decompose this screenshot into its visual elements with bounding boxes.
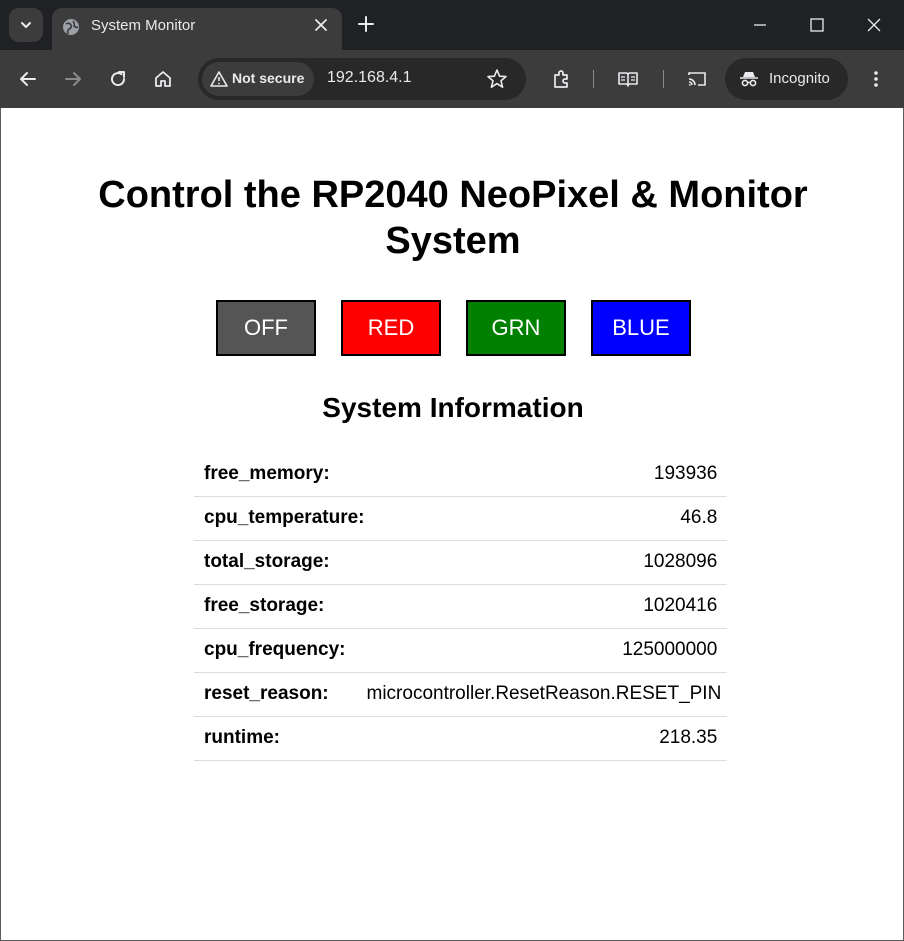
info-value: 46.8: [364, 496, 728, 541]
maximize-icon[interactable]: [809, 17, 825, 33]
info-key: total_storage:: [194, 540, 365, 585]
address-bar[interactable]: Not secure 192.168.4.1: [198, 58, 526, 100]
url-text[interactable]: 192.168.4.1: [327, 69, 412, 87]
browser-tab[interactable]: System Monitor: [52, 8, 342, 50]
page-content: Control the RP2040 NeoPixel & Monitor Sy…: [0, 108, 904, 941]
info-key: free_memory:: [194, 452, 365, 497]
table-row: free_storage: 1020416: [194, 584, 728, 629]
info-value: 218.35: [364, 716, 728, 761]
incognito-icon: [740, 72, 758, 87]
incognito-profile-button[interactable]: Incognito: [725, 58, 848, 100]
table-row: free_memory: 193936: [194, 452, 728, 497]
info-key: cpu_temperature:: [194, 496, 365, 541]
security-label: Not secure: [232, 70, 305, 86]
browser-titlebar: System Monitor: [0, 0, 904, 50]
info-value: 125000000: [364, 628, 728, 673]
warning-icon: [210, 71, 228, 87]
forward-icon[interactable]: [63, 69, 83, 89]
minimize-icon[interactable]: [752, 17, 768, 33]
profile-label: Incognito: [769, 70, 830, 87]
table-row: cpu_frequency: 125000000: [194, 628, 728, 673]
chevron-down-icon: [21, 22, 31, 28]
cast-icon[interactable]: [687, 69, 707, 89]
globe-icon: [63, 19, 79, 35]
page-title: Control the RP2040 NeoPixel & Monitor Sy…: [98, 174, 808, 262]
info-value: microcontroller.ResetReason.RESET_PIN: [364, 672, 728, 717]
toolbar-divider: [593, 70, 594, 88]
star-icon[interactable]: [486, 68, 508, 90]
table-row: total_storage: 1028096: [194, 540, 728, 585]
tab-title: System Monitor: [91, 17, 196, 34]
reload-icon[interactable]: [108, 69, 128, 89]
extensions-icon[interactable]: [551, 69, 571, 89]
green-button[interactable]: GRN: [466, 300, 566, 356]
back-icon[interactable]: [18, 69, 38, 89]
close-window-icon[interactable]: [866, 17, 882, 33]
home-icon[interactable]: [153, 69, 173, 89]
toolbar-divider: [663, 70, 664, 88]
table-row: cpu_temperature: 46.8: [194, 496, 728, 541]
more-icon[interactable]: [866, 69, 886, 89]
info-key: free_storage:: [194, 584, 365, 629]
red-button[interactable]: RED: [341, 300, 441, 356]
section-title: System Information: [322, 392, 584, 423]
blue-button[interactable]: BLUE: [591, 300, 691, 356]
system-info-table: free_memory: 193936 cpu_temperature: 46.…: [194, 452, 728, 761]
reading-mode-icon[interactable]: [617, 69, 639, 89]
table-row: reset_reason: microcontroller.ResetReaso…: [194, 672, 728, 717]
close-icon[interactable]: [314, 18, 328, 32]
info-key: reset_reason:: [194, 672, 365, 717]
security-chip[interactable]: Not secure: [202, 62, 314, 96]
table-row: runtime: 218.35: [194, 716, 728, 761]
info-value: 1028096: [364, 540, 728, 585]
tab-search-button[interactable]: [9, 8, 43, 42]
off-button[interactable]: OFF: [216, 300, 316, 356]
browser-toolbar: Not secure 192.168.4.1 Incognito: [0, 50, 904, 108]
info-key: cpu_frequency:: [194, 628, 365, 673]
info-value: 1020416: [364, 584, 728, 629]
info-value: 193936: [364, 452, 728, 497]
info-key: runtime:: [194, 716, 365, 761]
plus-icon[interactable]: [358, 16, 374, 32]
